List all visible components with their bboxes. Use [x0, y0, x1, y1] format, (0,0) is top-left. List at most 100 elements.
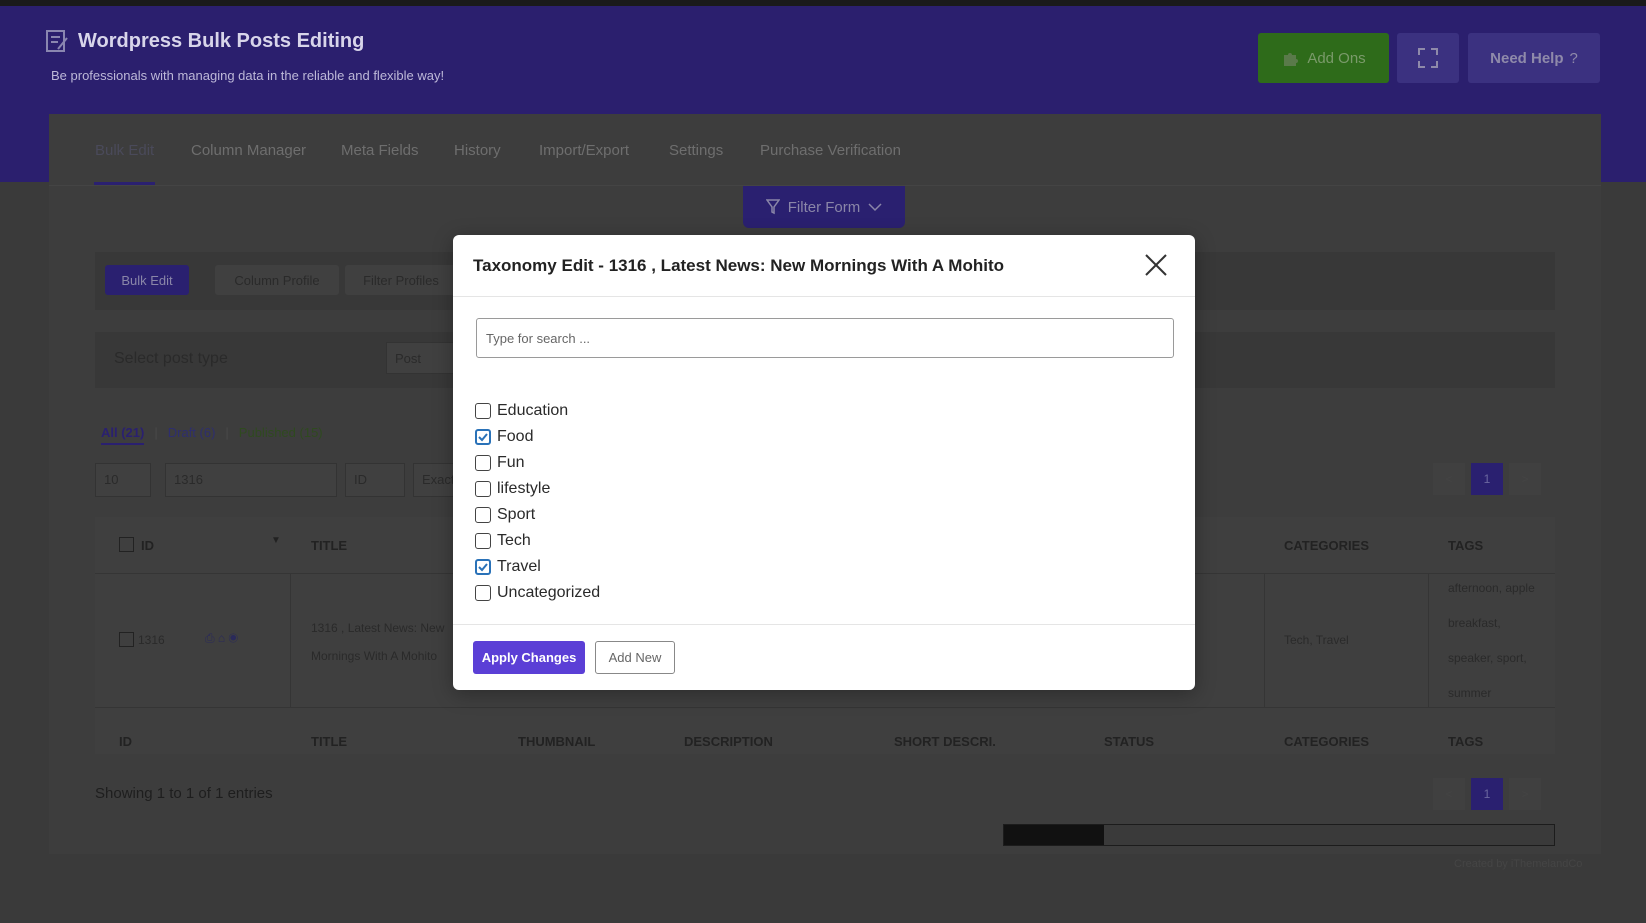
status-filter-links: All (21) | Draft (6) | Published (15) [101, 425, 323, 445]
checkbox-checked[interactable] [475, 559, 491, 575]
filter-icon [765, 199, 780, 215]
term-checkbox-list: Education Food Fun lifestyle Sport Tech [475, 398, 600, 606]
apply-changes-button[interactable]: Apply Changes [473, 641, 585, 674]
search-field-select[interactable]: ID [345, 463, 405, 497]
modal-title: Taxonomy Edit - 1316 , Latest News: New … [473, 256, 1004, 275]
next-page-button[interactable]: > [1509, 778, 1541, 810]
footer-header-thumbnail: THUMBNAIL [518, 734, 596, 749]
fullscreen-button[interactable] [1397, 33, 1459, 83]
tab-bulk-edit[interactable]: Bulk Edit [95, 142, 154, 159]
help-icon: ? [1569, 49, 1578, 67]
need-help-label: Need Help [1490, 49, 1564, 67]
active-tab-indicator [94, 182, 155, 185]
per-page-select[interactable]: 10 [95, 463, 151, 497]
prev-page-button[interactable]: < [1433, 463, 1465, 495]
row-action-icons[interactable]: ⎙ ⌂ ◉ [205, 631, 238, 646]
term-label: Travel [497, 558, 541, 575]
checkbox[interactable] [475, 403, 491, 419]
next-page-button[interactable]: > [1509, 463, 1541, 495]
checkbox[interactable] [475, 481, 491, 497]
row-divider [95, 707, 1555, 708]
status-all-link[interactable]: All (21) [101, 425, 145, 445]
checkbox[interactable] [475, 533, 491, 549]
row-tags-line[interactable]: afternoon, apple [1448, 581, 1535, 595]
filter-profiles-button[interactable]: Filter Profiles [345, 265, 457, 295]
row-checkbox[interactable] [119, 632, 134, 647]
header-categories[interactable]: CATEGORIES [1284, 538, 1369, 553]
row-tags-line[interactable]: breakfast, [1448, 616, 1501, 630]
status-separator: | [154, 425, 158, 440]
tab-settings[interactable]: Settings [669, 142, 723, 159]
edit-doc-icon [46, 30, 68, 52]
tab-bar: Bulk Edit Column Manager Meta Fields His… [49, 114, 1601, 186]
status-draft-link[interactable]: Draft (6) [168, 425, 216, 445]
col-divider [1428, 573, 1429, 707]
add-new-button[interactable]: Add New [595, 641, 675, 674]
term-label: Education [497, 402, 569, 419]
post-type-label: Select post type [114, 350, 228, 367]
header-id[interactable]: ID [141, 538, 154, 553]
footer-header-title: TITLE [311, 734, 348, 749]
column-profile-button[interactable]: Column Profile [215, 265, 339, 295]
term-item-lifestyle[interactable]: lifestyle [475, 476, 600, 502]
pagination-bottom: < 1 > [1427, 778, 1541, 810]
tab-column-manager[interactable]: Column Manager [191, 142, 306, 159]
credit-text: Created by iThemelandCo [1454, 858, 1583, 870]
current-page[interactable]: 1 [1471, 463, 1503, 495]
col-divider [290, 573, 291, 707]
footer-header-id: ID [119, 734, 132, 749]
check-icon [478, 433, 488, 442]
header-title[interactable]: TITLE [311, 538, 347, 553]
modal-footer-divider [453, 624, 1195, 625]
puzzle-icon [1284, 53, 1299, 66]
table-horizontal-scrollbar[interactable] [1003, 824, 1555, 846]
row-title-line1[interactable]: 1316 , Latest News: New [311, 621, 444, 635]
row-categories[interactable]: Tech, Travel [1284, 633, 1349, 647]
quick-search-input[interactable]: 1316 [165, 463, 337, 497]
term-label: Food [497, 428, 534, 445]
add-ons-button[interactable]: Add Ons [1258, 33, 1389, 83]
term-label: Fun [497, 454, 525, 471]
term-item-travel[interactable]: Travel [475, 554, 600, 580]
filter-form-toggle[interactable]: Filter Form [743, 186, 905, 228]
header-tags[interactable]: TAGS [1448, 538, 1483, 553]
term-item-education[interactable]: Education [475, 398, 600, 424]
tab-history[interactable]: History [454, 142, 501, 159]
scrollbar-thumb[interactable] [1004, 825, 1104, 845]
current-page[interactable]: 1 [1471, 778, 1503, 810]
footer-header-short-description: SHORT DESCRI. [894, 734, 996, 749]
need-help-button[interactable]: Need Help ? [1468, 33, 1600, 83]
status-published-link[interactable]: Published (15) [239, 425, 323, 445]
entries-summary: Showing 1 to 1 of 1 entries [95, 785, 273, 802]
sort-down-icon[interactable]: ▼ [271, 535, 281, 546]
close-icon[interactable] [1143, 252, 1169, 278]
pagination-top: < 1 > [1427, 463, 1541, 495]
row-tags-line[interactable]: speaker, sport, [1448, 651, 1527, 665]
col-divider [1264, 573, 1265, 707]
tab-import-export[interactable]: Import/Export [539, 142, 629, 159]
row-tags-line[interactable]: summer [1448, 686, 1491, 700]
fullscreen-icon [1418, 48, 1438, 68]
row-title-line2[interactable]: Mornings With A Mohito [311, 649, 437, 663]
term-item-fun[interactable]: Fun [475, 450, 600, 476]
checkbox[interactable] [475, 507, 491, 523]
filter-form-label: Filter Form [787, 198, 861, 216]
checkbox[interactable] [475, 585, 491, 601]
checkbox[interactable] [475, 455, 491, 471]
term-item-sport[interactable]: Sport [475, 502, 600, 528]
term-item-food[interactable]: Food [475, 424, 600, 450]
chevron-down-icon [868, 203, 882, 212]
term-item-uncategorized[interactable]: Uncategorized [475, 580, 600, 606]
prev-page-button[interactable]: < [1433, 778, 1465, 810]
bulk-edit-button[interactable]: Bulk Edit [105, 265, 189, 295]
checkbox-checked[interactable] [475, 429, 491, 445]
status-separator: | [225, 425, 229, 440]
footer-header-status: STATUS [1104, 734, 1155, 749]
tab-meta-fields[interactable]: Meta Fields [341, 142, 419, 159]
tab-purchase-verification[interactable]: Purchase Verification [760, 142, 901, 159]
select-all-checkbox[interactable] [119, 537, 134, 552]
term-search-input[interactable] [476, 318, 1174, 358]
term-item-tech[interactable]: Tech [475, 528, 600, 554]
check-icon [478, 563, 488, 572]
taxonomy-edit-modal: Taxonomy Edit - 1316 , Latest News: New … [453, 235, 1195, 690]
